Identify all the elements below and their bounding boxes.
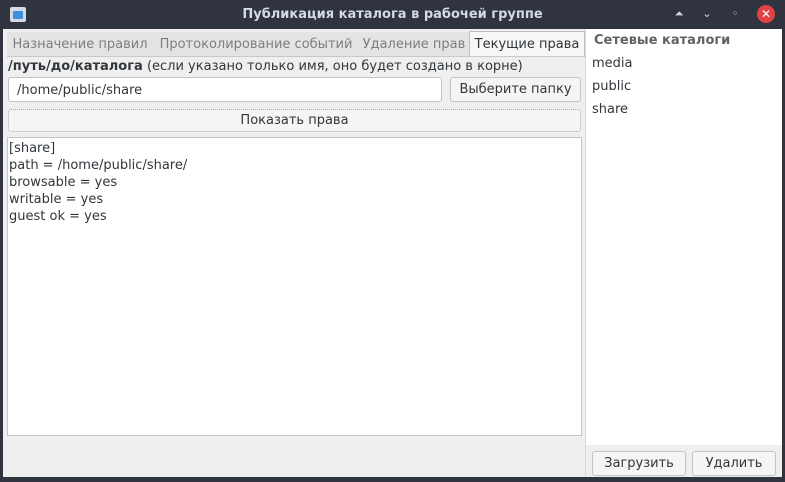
app-window: Публикация каталога в рабочей группе ⏶ ⌄… xyxy=(0,0,785,482)
output-line: browsable = yes xyxy=(9,175,118,190)
window-title: Публикация каталога в рабочей группе xyxy=(242,7,543,22)
path-input[interactable]: /home/public/share xyxy=(8,77,442,102)
show-rights-button[interactable]: Показать права xyxy=(8,109,581,132)
maximize-icon[interactable]: ◦ xyxy=(726,5,744,23)
output-line: guest ok = yes xyxy=(9,209,107,224)
tab-remove-rights[interactable]: Удаление прав xyxy=(359,32,469,57)
choose-folder-button[interactable]: Выберите папку xyxy=(450,77,581,102)
path-label: /путь/до/каталога (если указано только и… xyxy=(8,58,523,76)
folder-item-media[interactable]: media xyxy=(592,56,633,72)
folder-item-share[interactable]: share xyxy=(592,102,628,118)
tab-bar: Назначение правил Протоколирование событ… xyxy=(7,31,585,57)
path-label-note: (если указано только имя, оно будет созд… xyxy=(142,59,523,74)
output-line: [share] xyxy=(9,141,56,156)
tab-rule-assignment[interactable]: Назначение правил xyxy=(7,32,153,57)
output-line: writable = yes xyxy=(9,192,104,207)
panel-button-bar: Загрузить Удалить xyxy=(586,445,782,477)
delete-button[interactable]: Удалить xyxy=(692,451,776,476)
window-content: Назначение правил Протоколирование событ… xyxy=(3,29,782,477)
output-line: path = /home/public/share/ xyxy=(9,158,188,173)
folder-item-public[interactable]: public xyxy=(592,79,631,95)
load-button[interactable]: Загрузить xyxy=(592,451,686,476)
tab-event-logging[interactable]: Протоколирование событий xyxy=(153,32,359,57)
minimize-icon[interactable]: ⌄ xyxy=(698,5,716,23)
tab-current-rights[interactable]: Текущие права xyxy=(469,31,585,57)
title-bar[interactable]: Публикация каталога в рабочей группе ⏶ ⌄… xyxy=(0,0,785,29)
path-label-bold: /путь/до/каталога xyxy=(8,59,143,74)
network-folders-title: Сетевые каталоги xyxy=(594,33,731,48)
tab-divider xyxy=(7,56,584,57)
close-icon[interactable]: ✕ xyxy=(757,5,775,23)
keep-above-icon[interactable]: ⏶ xyxy=(670,5,688,23)
network-folders-panel: Сетевые каталоги media public share Загр… xyxy=(585,29,782,477)
rights-output[interactable]: [share] path = /home/public/share/ brows… xyxy=(7,137,582,436)
